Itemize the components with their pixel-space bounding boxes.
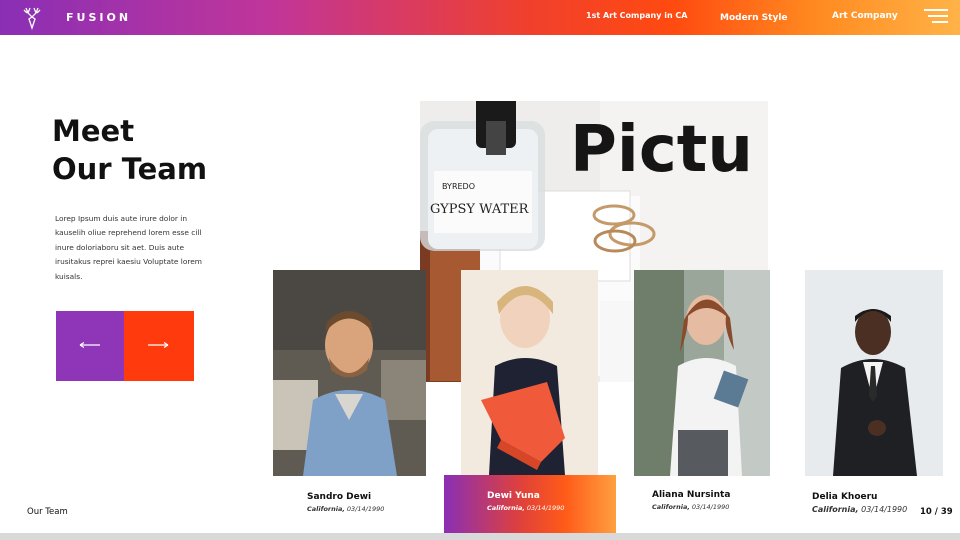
title-line-1: Meet bbox=[52, 114, 135, 148]
nav-first-art-company[interactable]: 1st Art Company in CA bbox=[586, 11, 688, 20]
deer-antler-logo-icon[interactable] bbox=[20, 6, 44, 30]
member-info: California, 03/14/1990 bbox=[307, 505, 385, 513]
next-button[interactable] bbox=[124, 311, 194, 381]
hamburger-menu-icon[interactable] bbox=[924, 9, 948, 27]
member-name: Dewi Yuna bbox=[487, 491, 540, 501]
top-bar: FUSION 1st Art Company in CA Modern Styl… bbox=[0, 0, 960, 35]
team-photo-delia[interactable] bbox=[805, 270, 943, 476]
member-name: Aliana Nursinta bbox=[652, 490, 731, 500]
member-name: Delia Khoeru bbox=[812, 492, 878, 502]
page-title: Meet Our Team bbox=[52, 112, 207, 188]
team-card-delia[interactable]: Delia Khoeru California, 03/14/1990 bbox=[812, 492, 907, 514]
title-line-2: Our Team bbox=[52, 152, 208, 186]
svg-text:Pictu: Pictu bbox=[570, 113, 753, 187]
svg-text:GYPSY WATER: GYPSY WATER bbox=[430, 202, 530, 217]
footer-section-label: Our Team bbox=[27, 507, 68, 517]
team-photo-sandro[interactable] bbox=[273, 270, 426, 476]
member-info: California, 03/14/1990 bbox=[487, 504, 565, 512]
arrow-left-icon bbox=[79, 341, 100, 349]
previous-button[interactable] bbox=[56, 311, 124, 381]
svg-text:BYREDO: BYREDO bbox=[442, 182, 475, 191]
member-info: California, 03/14/1990 bbox=[812, 505, 908, 514]
team-photo-dewi[interactable] bbox=[461, 270, 598, 475]
team-photo-aliana[interactable] bbox=[634, 270, 770, 476]
member-info: California, 03/14/1990 bbox=[652, 503, 730, 511]
brand-name[interactable]: FUSION bbox=[66, 11, 131, 24]
team-card-sandro[interactable]: Sandro Dewi California, 03/14/1990 bbox=[307, 492, 384, 513]
arrow-right-icon bbox=[148, 341, 169, 349]
intro-paragraph: Lorep Ipsum duis aute irure dolor in kau… bbox=[55, 214, 202, 281]
bottom-strip bbox=[0, 533, 960, 540]
team-card-aliana[interactable]: Aliana Nursinta California, 03/14/1990 bbox=[652, 490, 730, 511]
page-number: 10 / 39 bbox=[920, 507, 953, 517]
team-card-dewi-active[interactable]: Dewi Yuna California, 03/14/1990 bbox=[444, 475, 616, 533]
nav-modern-style[interactable]: Modern Style bbox=[720, 13, 788, 23]
member-name: Sandro Dewi bbox=[307, 492, 372, 502]
nav-art-company[interactable]: Art Company bbox=[832, 11, 898, 21]
